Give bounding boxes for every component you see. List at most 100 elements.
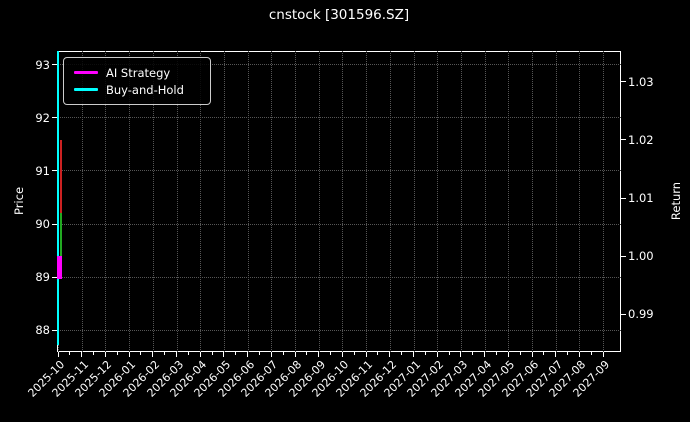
gridline-horizontal — [57, 117, 621, 119]
gridline-horizontal — [57, 276, 621, 278]
price-tick-label: 93 — [35, 57, 50, 72]
x-tick-major — [484, 352, 486, 357]
x-tick-major — [294, 352, 296, 357]
buy-and-hold-line-swatch — [74, 88, 98, 91]
ai-strategy-line-swatch — [74, 71, 98, 74]
series-strip-price-down-candles — [59, 139, 62, 213]
x-tick-minor — [140, 352, 142, 355]
gridline-vertical — [532, 51, 533, 352]
x-tick-major — [152, 352, 154, 357]
gridline-vertical — [366, 51, 368, 352]
gridline-vertical — [437, 51, 439, 352]
x-tick-minor — [353, 352, 355, 355]
gridline-vertical — [555, 51, 557, 352]
legend-label-ai-strategy: AI Strategy — [106, 65, 171, 80]
gridline-vertical — [247, 51, 249, 352]
x-tick-major — [460, 352, 462, 357]
gridline-horizontal — [57, 329, 621, 331]
gridline-vertical — [223, 51, 225, 352]
x-tick-minor — [543, 352, 545, 355]
x-tick-minor — [424, 352, 426, 355]
x-tick-minor — [211, 352, 213, 355]
x-tick-minor — [377, 352, 379, 355]
return-tick-label: 1.01 — [628, 191, 654, 205]
x-tick-minor — [590, 352, 592, 355]
x-tick-minor — [69, 352, 71, 355]
x-tick-minor — [448, 352, 450, 355]
right-axis-label: Return — [669, 181, 683, 221]
x-tick-major — [81, 352, 83, 357]
x-tick-major — [176, 352, 177, 357]
x-tick-major — [602, 352, 604, 357]
x-tick-major — [128, 352, 130, 357]
y-tick-right — [621, 313, 626, 315]
x-tick-major — [365, 352, 367, 357]
x-tick-major — [223, 352, 225, 357]
x-tick-major — [199, 352, 201, 357]
x-tick-minor — [472, 352, 474, 355]
gridline-vertical — [295, 51, 296, 352]
x-tick-minor — [401, 352, 403, 355]
x-tick-minor — [519, 352, 521, 355]
price-tick-label: 89 — [35, 270, 50, 285]
legend-item-buy-and-hold: Buy-and-Hold — [74, 81, 200, 98]
x-tick-minor — [567, 352, 569, 355]
series-strip-price-up-candles — [59, 212, 62, 259]
gridline-vertical — [603, 51, 605, 352]
gridline-vertical — [318, 51, 320, 352]
price-tick-label: 91 — [35, 163, 50, 178]
y-tick-left — [52, 223, 57, 225]
x-tick-minor — [93, 352, 95, 355]
price-tick-label: 88 — [35, 323, 50, 338]
gridline-vertical — [579, 51, 581, 352]
gridline-vertical — [271, 51, 273, 352]
x-tick-minor — [258, 352, 260, 355]
return-tick-label: 1.02 — [628, 132, 654, 147]
x-tick-minor — [116, 352, 118, 355]
x-tick-major — [436, 352, 438, 357]
series-strip-ai-strategy — [56, 256, 62, 280]
y-tick-right — [621, 81, 626, 83]
return-tick-label: 1.03 — [628, 74, 654, 89]
x-tick-major — [413, 352, 414, 357]
y-tick-right — [621, 139, 626, 141]
legend-label-buy-and-hold: Buy-and-Hold — [106, 82, 184, 97]
x-tick-major — [247, 352, 249, 357]
chart-title: cnstock [301596.SZ] — [268, 7, 410, 23]
legend: AI Strategy Buy-and-Hold — [63, 57, 211, 105]
y-tick-left — [52, 64, 57, 66]
x-tick-minor — [495, 352, 497, 355]
x-tick-major — [507, 352, 509, 357]
gridline-horizontal — [57, 170, 621, 172]
gridline-vertical — [342, 51, 344, 352]
x-tick-major — [57, 352, 59, 357]
x-tick-major — [341, 352, 343, 357]
y-tick-right — [621, 197, 626, 199]
x-tick-minor — [282, 352, 284, 355]
gridline-vertical — [508, 51, 510, 352]
x-tick-major — [555, 352, 557, 357]
legend-item-ai-strategy: AI Strategy — [74, 64, 200, 81]
return-tick-label: 0.99 — [628, 307, 654, 322]
return-tick-label: 1.00 — [628, 249, 654, 264]
x-tick-major — [318, 352, 320, 357]
x-tick-minor — [235, 352, 237, 355]
price-tick-label: 92 — [35, 110, 50, 125]
x-tick-major — [104, 352, 106, 357]
gridline-vertical — [484, 51, 486, 352]
gridline-vertical — [460, 51, 462, 352]
y-tick-left — [52, 117, 57, 119]
y-tick-left — [52, 170, 57, 172]
y-tick-right — [621, 255, 626, 257]
x-tick-major — [270, 352, 272, 357]
gridline-horizontal — [57, 223, 621, 225]
x-tick-major — [531, 352, 533, 357]
y-tick-left — [52, 329, 57, 331]
left-axis-label: Price — [12, 186, 26, 216]
x-tick-minor — [306, 352, 308, 355]
price-tick-label: 90 — [35, 217, 50, 232]
x-tick-minor — [330, 352, 332, 355]
gridline-vertical — [389, 51, 391, 352]
x-tick-minor — [187, 352, 189, 355]
gridline-vertical — [413, 51, 415, 352]
